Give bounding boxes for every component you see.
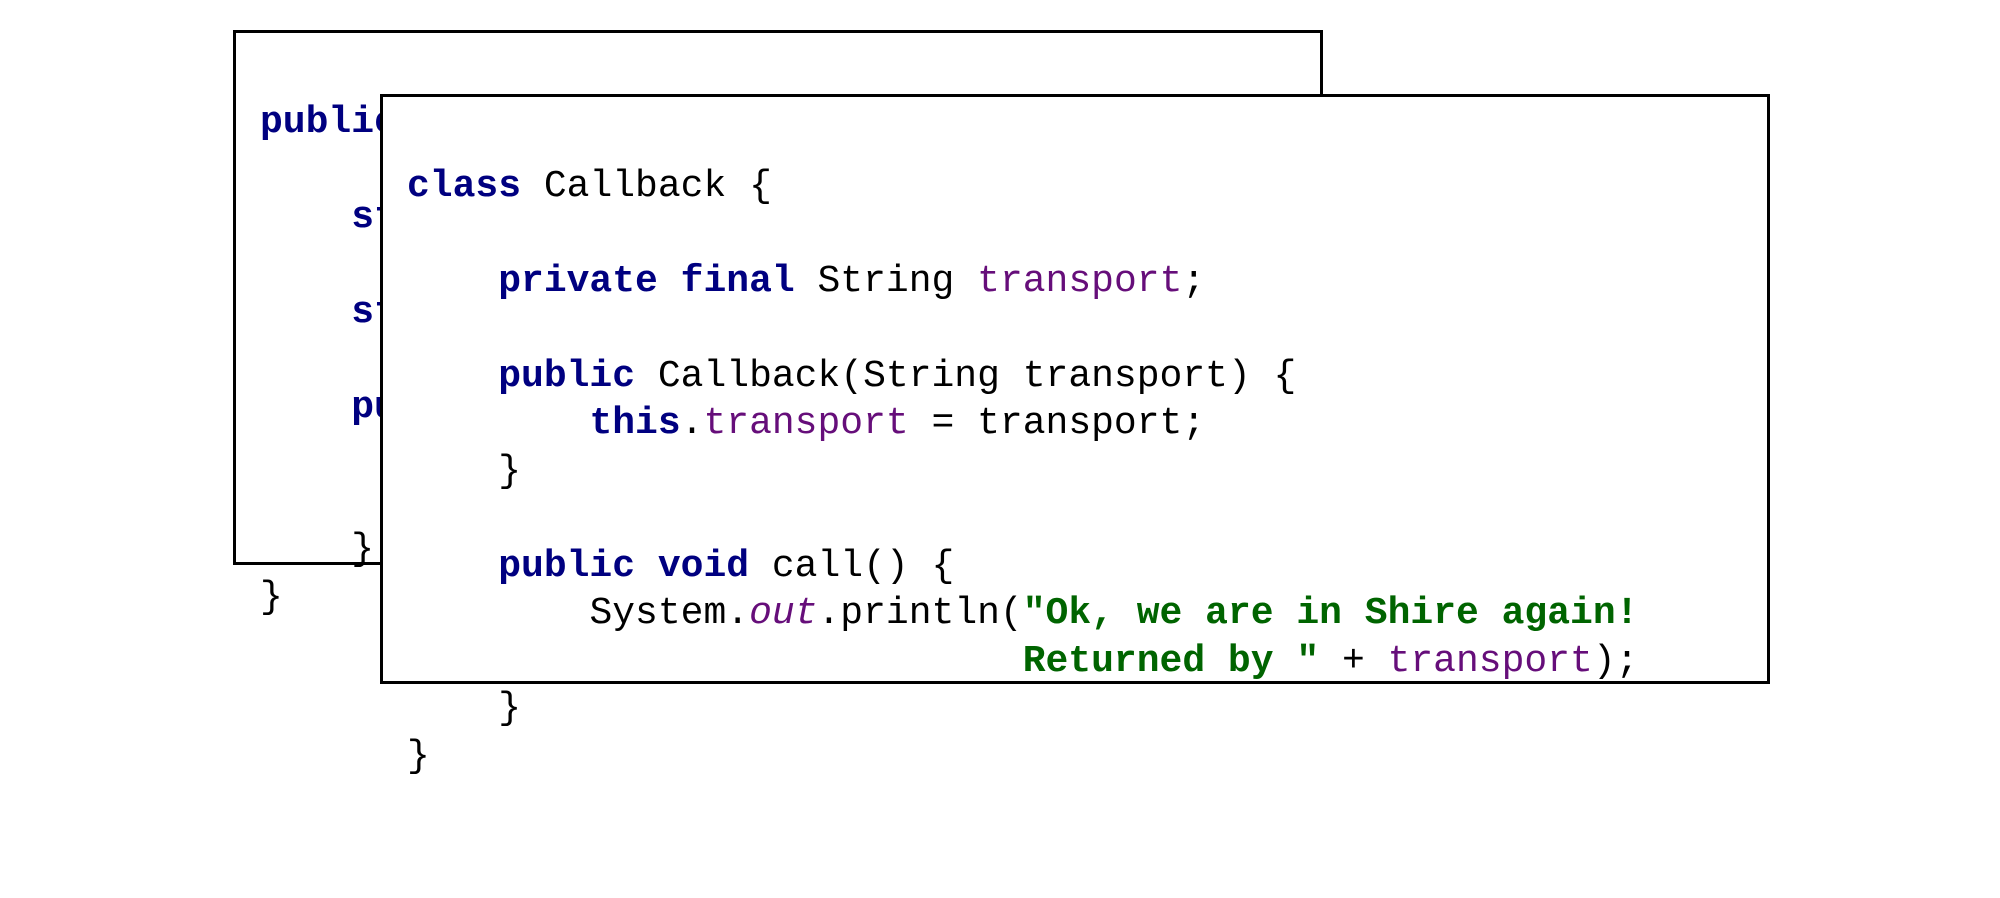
code-token — [260, 528, 351, 571]
code-token: public — [498, 355, 635, 398]
code-token — [407, 450, 498, 493]
code-token: } — [407, 735, 430, 778]
code-token: private — [498, 260, 658, 303]
code-token: transport — [1388, 640, 1593, 683]
code-token: = transport; — [909, 402, 1205, 445]
code-token — [407, 545, 498, 588]
code-box-front: class Callback { private final String tr… — [380, 94, 1770, 684]
code-token: } — [498, 450, 521, 493]
code-token: String — [795, 260, 977, 303]
code-token: Returned by " — [1023, 640, 1319, 683]
code-token — [407, 592, 589, 635]
code-token: void — [658, 545, 749, 588]
code-token: Callback(String transport) { — [635, 355, 1296, 398]
code-token: } — [498, 687, 521, 730]
code-token: class — [407, 165, 521, 208]
code-token: .println( — [818, 592, 1023, 635]
code-token — [260, 291, 351, 334]
code-token: } — [260, 576, 283, 619]
code-token: "Ok, we are in Shire again! — [1023, 592, 1639, 635]
code-token: call() { — [749, 545, 954, 588]
code-blank — [407, 497, 430, 540]
code-token: Callback { — [521, 165, 772, 208]
code-token — [407, 260, 498, 303]
code-token: public — [498, 545, 635, 588]
code-token: transport — [977, 260, 1182, 303]
code-token — [407, 687, 498, 730]
code-token: public — [260, 101, 397, 144]
code-token — [407, 640, 1023, 683]
code-token: out — [749, 592, 817, 635]
code-token: ); — [1593, 640, 1639, 683]
code-token: final — [681, 260, 795, 303]
code-token: transport — [703, 402, 908, 445]
code-token — [407, 355, 498, 398]
code-blank — [407, 212, 430, 255]
code-token: + — [1319, 640, 1387, 683]
code-token — [260, 196, 351, 239]
code-token: this — [589, 402, 680, 445]
code-blank — [407, 307, 430, 350]
code-token — [260, 386, 351, 429]
code-token — [658, 260, 681, 303]
code-blank — [260, 148, 283, 191]
code-blank — [260, 338, 283, 381]
code-token: } — [351, 528, 374, 571]
code-token: System. — [589, 592, 749, 635]
code-token — [407, 402, 589, 445]
code-token: . — [681, 402, 704, 445]
code-token — [635, 545, 658, 588]
code-token: ; — [1182, 260, 1205, 303]
code-blank — [260, 243, 283, 286]
